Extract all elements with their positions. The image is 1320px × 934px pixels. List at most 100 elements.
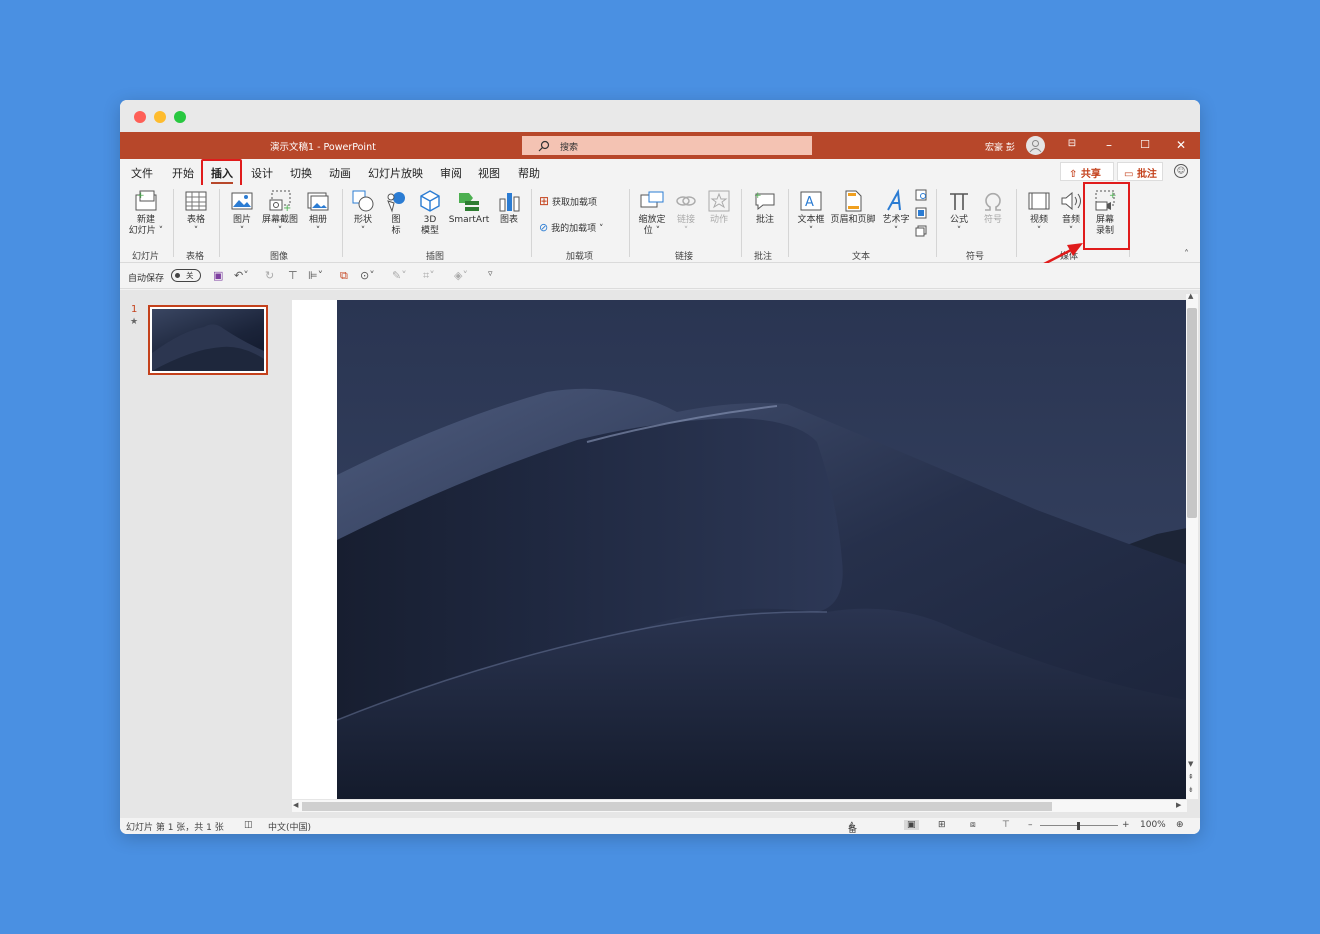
start-from-beginning-icon[interactable]: ⊤ <box>288 269 298 282</box>
minimize-icon[interactable]: – <box>1099 138 1119 152</box>
symbol-button[interactable]: 符号 <box>978 189 1008 226</box>
group-symbols-label: 符号 <box>966 252 985 262</box>
undo-icon[interactable]: ↶˅ <box>234 269 249 282</box>
previous-slide-icon[interactable]: ⇞ <box>1188 773 1194 781</box>
date-time-button[interactable] <box>914 189 928 205</box>
chart-button[interactable]: 图表 <box>495 189 523 226</box>
autosave-toggle-state: 关 <box>186 271 194 280</box>
textbox-icon: A <box>800 191 822 211</box>
tab-home[interactable]: 开始 <box>172 165 194 181</box>
minimize-dot[interactable] <box>154 111 166 123</box>
wordart-button[interactable]: 艺术字 ˅ <box>879 189 913 237</box>
tab-review[interactable]: 审阅 <box>440 165 462 181</box>
pictures-button[interactable]: 图片 ˅ <box>226 189 258 237</box>
feedback-smiley-icon[interactable]: ☺ <box>1174 164 1188 178</box>
collapse-ribbon-icon[interactable]: ˄ <box>1184 249 1189 260</box>
tab-view[interactable]: 视图 <box>478 165 500 181</box>
object-button[interactable] <box>914 225 928 241</box>
share-label: 共享 <box>1080 169 1101 180</box>
video-button[interactable]: 视频 ˅ <box>1024 189 1054 237</box>
normal-view-icon[interactable]: ▣ <box>904 820 919 830</box>
slideshow-icon[interactable]: ⊤ <box>1002 820 1010 830</box>
shape-outline-icon[interactable]: ✎˅ <box>392 269 407 282</box>
avatar[interactable] <box>1026 136 1045 155</box>
get-addins-button[interactable]: ⊞ 获取加载项 <box>539 195 619 209</box>
scroll-right-icon[interactable]: ▶ <box>1176 801 1181 809</box>
zoom-in-icon[interactable]: + <box>1122 820 1130 830</box>
bring-forward-icon[interactable]: ⧉ <box>340 269 348 283</box>
header-footer-button[interactable]: 页眉和页脚 <box>828 189 878 226</box>
zoom-slider-thumb[interactable] <box>1077 822 1080 830</box>
my-addins-button[interactable]: ⊘ 我的加载项 ˅ <box>539 222 624 235</box>
slide-sorter-icon[interactable]: ⊞ <box>938 820 946 830</box>
search-box[interactable]: 搜索 <box>522 136 812 155</box>
slide-number: 1 <box>131 304 138 315</box>
horizontal-scroll-thumb[interactable] <box>302 802 1052 811</box>
scroll-up-icon[interactable]: ▲ <box>1188 292 1193 300</box>
scroll-down-icon[interactable]: ▼ <box>1188 760 1193 768</box>
close-dot[interactable] <box>134 111 146 123</box>
tab-file[interactable]: 文件 <box>131 165 153 181</box>
chevron-down-icon: ˅ <box>155 226 164 236</box>
crop-icon[interactable]: ⌗˅ <box>423 269 435 283</box>
album-button[interactable]: 相册 ˅ <box>303 189 333 237</box>
slide-number-button[interactable] <box>914 207 928 223</box>
zoom-dot[interactable] <box>174 111 186 123</box>
accessibility-icon[interactable]: ◫ <box>244 820 253 830</box>
insert-comment-button[interactable]: + 批注 <box>748 189 782 226</box>
notes-label: 备注 <box>848 825 858 834</box>
screenshot-button[interactable]: + 屏幕截图 ˅ <box>259 189 301 237</box>
comment-icon: ▭ <box>1124 169 1137 180</box>
header-footer-label: 页眉和页脚 <box>830 215 876 225</box>
slide-canvas[interactable] <box>292 300 1187 799</box>
equation-button[interactable]: 公式 ˅ <box>944 189 974 237</box>
chevron-down-icon: ˅ <box>596 224 604 234</box>
close-icon[interactable]: ✕ <box>1171 138 1191 152</box>
zoom-out-icon[interactable]: – <box>1028 820 1033 830</box>
video-label: 视频 <box>1029 215 1048 225</box>
action-button[interactable]: 动作 <box>705 189 733 226</box>
icons-button[interactable]: 图 标 <box>382 189 410 237</box>
link-icon <box>676 196 696 206</box>
tab-help[interactable]: 帮助 <box>518 165 540 181</box>
audio-button[interactable]: 音频 ˅ <box>1057 189 1085 237</box>
tab-slideshow[interactable]: 幻灯片放映 <box>368 165 423 181</box>
tab-animations[interactable]: 动画 <box>329 165 351 181</box>
cube-icon <box>420 190 440 212</box>
comments-label: 批注 <box>1136 169 1157 180</box>
align-icon[interactable]: ⊫˅ <box>308 269 323 282</box>
redo-icon[interactable]: ↻ <box>265 269 274 282</box>
fill-color-icon[interactable]: ◈˅ <box>454 269 468 282</box>
ribbon-display-icon[interactable]: ⊟ <box>1062 138 1082 149</box>
user-name[interactable]: 宏豪 彭 <box>985 140 1015 153</box>
shapes-button[interactable]: 形状 ˅ <box>348 189 378 237</box>
slide-thumbnail[interactable] <box>148 305 268 375</box>
tab-transitions[interactable]: 切换 <box>290 165 312 181</box>
customize-qat-icon[interactable]: ▿ <box>488 269 493 279</box>
link-button[interactable]: 链接 ˅ <box>671 189 701 237</box>
maximize-icon[interactable]: ☐ <box>1135 138 1155 151</box>
comments-button[interactable]: ▭ 批注 <box>1117 162 1163 181</box>
pi-icon <box>950 193 968 210</box>
vertical-scroll-thumb[interactable] <box>1187 308 1197 518</box>
table-button[interactable]: 表格 ˅ <box>181 189 211 237</box>
zoom-level[interactable]: 100% <box>1140 820 1166 830</box>
group-illustrations-label: 插图 <box>426 252 445 262</box>
group-links-label: 链接 <box>675 252 694 262</box>
share-button[interactable]: ⇧ 共享 <box>1060 162 1114 181</box>
zoom-button[interactable]: 缩放定 位 ˅ <box>635 189 669 237</box>
tab-design[interactable]: 设计 <box>251 165 273 181</box>
shapes-qat-icon[interactable]: ⊙˅ <box>360 269 375 282</box>
save-icon[interactable]: ▣ <box>213 269 223 282</box>
fit-to-window-icon[interactable]: ⊕ <box>1176 820 1184 830</box>
new-slide-button[interactable]: + 新建 幻灯片 ˅ <box>126 189 166 237</box>
smartart-button[interactable]: SmartArt <box>447 189 491 226</box>
reading-view-icon[interactable]: ⧈ <box>970 820 976 830</box>
picture-icon <box>231 192 253 210</box>
textbox-button[interactable]: A 文本框 ˅ <box>794 189 828 237</box>
next-slide-icon[interactable]: ⇟ <box>1188 786 1194 794</box>
scroll-left-icon[interactable]: ◀ <box>293 801 298 809</box>
3d-models-button[interactable]: 3D 模型 <box>414 189 446 237</box>
language[interactable]: 中文(中国) <box>268 820 311 833</box>
autosave-toggle[interactable]: 关 <box>171 269 201 282</box>
